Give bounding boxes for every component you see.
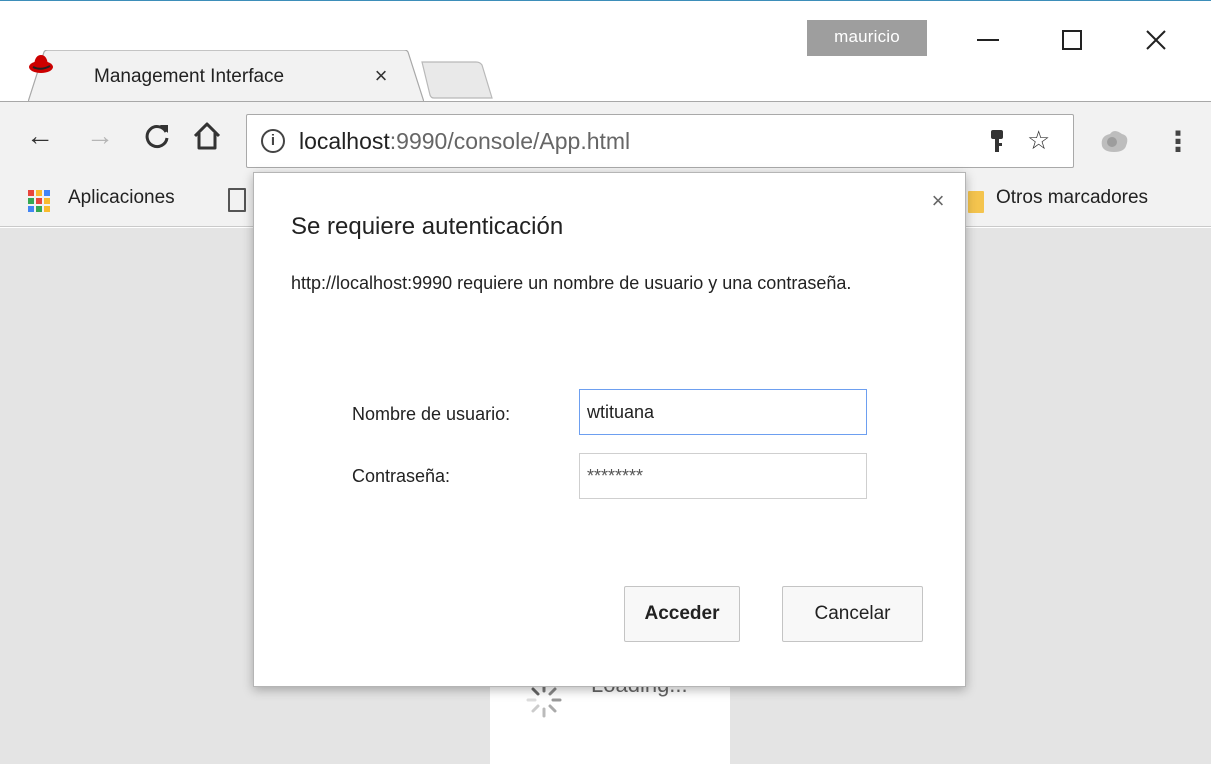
apps-dot: [44, 198, 50, 204]
redhat-favicon-icon: [29, 55, 53, 73]
apps-dot: [28, 206, 34, 212]
minimize-icon: [977, 39, 999, 41]
tab-management-interface[interactable]: Management Interface ×: [28, 50, 424, 102]
apps-dot: [44, 190, 50, 196]
username-label: Nombre de usuario:: [352, 404, 511, 424]
bookmark-star-icon[interactable]: ☆: [1027, 125, 1050, 156]
apps-dot: [44, 206, 50, 212]
cancel-button[interactable]: Cancelar: [782, 586, 923, 642]
reload-button[interactable]: [137, 116, 177, 156]
info-icon[interactable]: i: [261, 129, 285, 153]
password-label: Contraseña:: [352, 466, 451, 486]
new-tab-button[interactable]: [418, 60, 496, 100]
back-button[interactable]: ←: [20, 116, 60, 156]
forward-button[interactable]: →: [80, 116, 120, 156]
login-button[interactable]: Acceder: [624, 586, 740, 642]
maximize-icon: [1062, 30, 1082, 50]
dialog-title: Se requiere autenticación: [291, 213, 564, 240]
tab-title: Management Interface: [94, 66, 285, 87]
apps-dot: [36, 206, 42, 212]
profile-badge[interactable]: mauricio: [807, 20, 927, 56]
window-close-button[interactable]: [1128, 14, 1184, 66]
extension-icon[interactable]: [1098, 128, 1130, 156]
url-text[interactable]: localhost:9990/console/App.html: [299, 128, 630, 155]
apps-dot: [28, 190, 34, 196]
minimize-button[interactable]: [960, 14, 1016, 66]
tab-close-icon[interactable]: ×: [368, 63, 394, 89]
home-icon: [193, 122, 221, 150]
apps-dot: [36, 190, 42, 196]
back-arrow-icon: ←: [26, 120, 54, 151]
apps-grid-icon[interactable]: [28, 190, 50, 212]
apps-dot: [28, 198, 34, 204]
auth-dialog: × Se requiere autenticación http://local…: [253, 172, 966, 687]
apps-dot: [36, 198, 42, 204]
key-icon[interactable]: [989, 129, 1005, 153]
bookmark-other-bookmarks[interactable]: Otros marcadores: [996, 187, 1148, 209]
password-input[interactable]: [579, 453, 867, 499]
dialog-close-icon[interactable]: ×: [924, 187, 952, 215]
menu-icon[interactable]: ⋮: [1164, 122, 1192, 162]
folder-icon[interactable]: [968, 191, 984, 213]
forward-arrow-icon: →: [86, 120, 114, 151]
username-input[interactable]: [579, 389, 867, 435]
url-path: :9990/console/App.html: [389, 128, 631, 154]
url-host: localhost: [299, 128, 390, 154]
page-icon[interactable]: [228, 188, 246, 212]
dialog-message: http://localhost:9990 requiere un nombre…: [291, 273, 852, 293]
bookmark-apps[interactable]: Aplicaciones: [68, 187, 175, 209]
close-icon: [1146, 30, 1166, 50]
home-button[interactable]: [187, 116, 227, 156]
address-bar[interactable]: i localhost:9990/console/App.html ☆: [246, 114, 1074, 168]
reload-icon: [145, 125, 169, 148]
maximize-button[interactable]: [1044, 14, 1100, 66]
